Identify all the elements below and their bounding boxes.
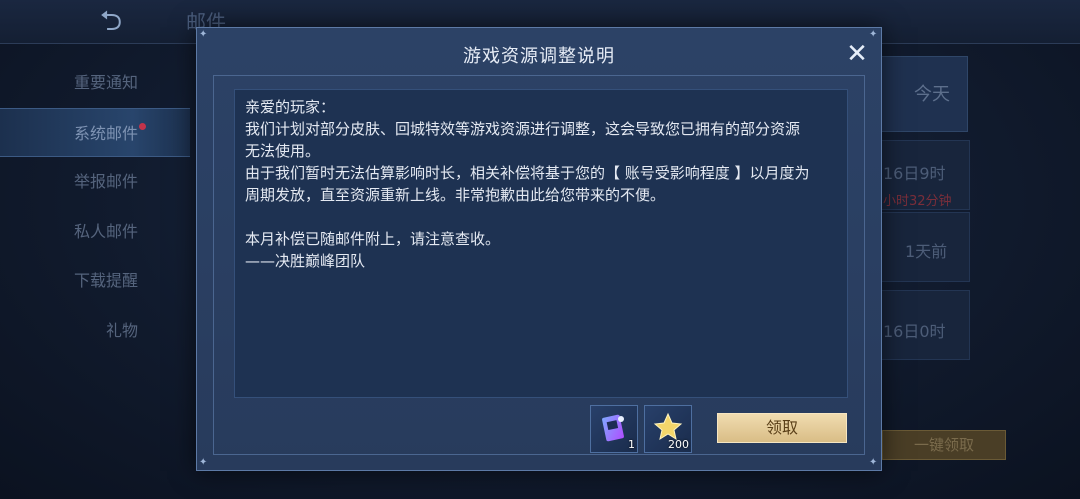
corner-ornament-icon: ✦ bbox=[199, 457, 208, 468]
message-line: 由于我们暂时无法估算影响时长，相关补偿将基于您的【 账号受影响程度 】以月度为 bbox=[245, 164, 810, 182]
sidebar-item-private-mail[interactable]: 私人邮件 bbox=[0, 207, 190, 257]
message-line bbox=[245, 206, 837, 228]
sidebar: 重要通知 系统邮件 举报邮件 私人邮件 下载提醒 礼物 bbox=[0, 58, 190, 355]
sidebar-item-label: 下载提醒 bbox=[73, 271, 138, 290]
skin-card-icon bbox=[602, 414, 624, 442]
message-line: 亲爱的玩家： bbox=[245, 98, 336, 116]
message-line: 本月补偿已随邮件附上，请注意查收。 bbox=[245, 230, 501, 248]
claim-button[interactable]: 领取 bbox=[717, 413, 847, 443]
reward-item-skin-card[interactable]: 1 bbox=[590, 405, 638, 453]
dialog-title: 游戏资源调整说明 bbox=[463, 46, 615, 67]
announcement-dialog: ✦ ✦ ✦ ✦ 游戏资源调整说明 ✕ 亲爱的玩家： 我们计划对部分皮肤、回城特效… bbox=[196, 27, 882, 471]
message-line: 我们计划对部分皮肤、回城特效等游戏资源进行调整，这会导致您已拥有的部分资源 bbox=[245, 120, 801, 138]
corner-ornament-icon: ✦ bbox=[869, 29, 878, 40]
message-line: 周期发放，直至资源重新上线。非常抱歉由此给您带来的不便。 bbox=[245, 186, 666, 204]
sidebar-item-label: 系统邮件 bbox=[73, 123, 138, 143]
message-line: 无法使用。 bbox=[245, 142, 321, 160]
sidebar-item-label: 举报邮件 bbox=[73, 172, 138, 191]
claim-all-button[interactable]: 一键领取 bbox=[882, 430, 1006, 460]
corner-ornament-icon: ✦ bbox=[869, 457, 878, 468]
notification-badge bbox=[139, 122, 146, 130]
reward-count: 200 bbox=[668, 438, 689, 451]
message-body: 亲爱的玩家： 我们计划对部分皮肤、回城特效等游戏资源进行调整，这会导致您已拥有的… bbox=[234, 89, 848, 398]
sidebar-item-gifts[interactable]: 礼物 bbox=[0, 306, 190, 356]
mail-time: 1天前 bbox=[905, 242, 948, 261]
mail-countdown: 小时32分钟 bbox=[883, 194, 952, 209]
sidebar-item-important[interactable]: 重要通知 bbox=[0, 58, 190, 108]
sidebar-item-report-mail[interactable]: 举报邮件 bbox=[0, 157, 190, 207]
corner-ornament-icon: ✦ bbox=[199, 29, 208, 40]
mail-time: 16日0时 bbox=[883, 322, 946, 341]
sidebar-item-system-mail[interactable]: 系统邮件 bbox=[0, 107, 190, 157]
sidebar-item-label: 礼物 bbox=[105, 320, 138, 340]
message-line: ——决胜巅峰团队 bbox=[245, 252, 366, 270]
mail-time: 16日9时 bbox=[883, 164, 946, 183]
sidebar-item-download-reminder[interactable]: 下载提醒 bbox=[0, 256, 190, 306]
back-arrow-icon[interactable]: ⮌ bbox=[80, 6, 142, 36]
today-label: 今天 bbox=[914, 84, 950, 105]
reward-item-star[interactable]: 200 bbox=[644, 405, 692, 453]
close-icon[interactable]: ✕ bbox=[845, 41, 869, 67]
reward-count: 1 bbox=[628, 438, 635, 451]
sidebar-item-label: 重要通知 bbox=[73, 73, 138, 92]
sidebar-item-label: 私人邮件 bbox=[73, 221, 138, 241]
